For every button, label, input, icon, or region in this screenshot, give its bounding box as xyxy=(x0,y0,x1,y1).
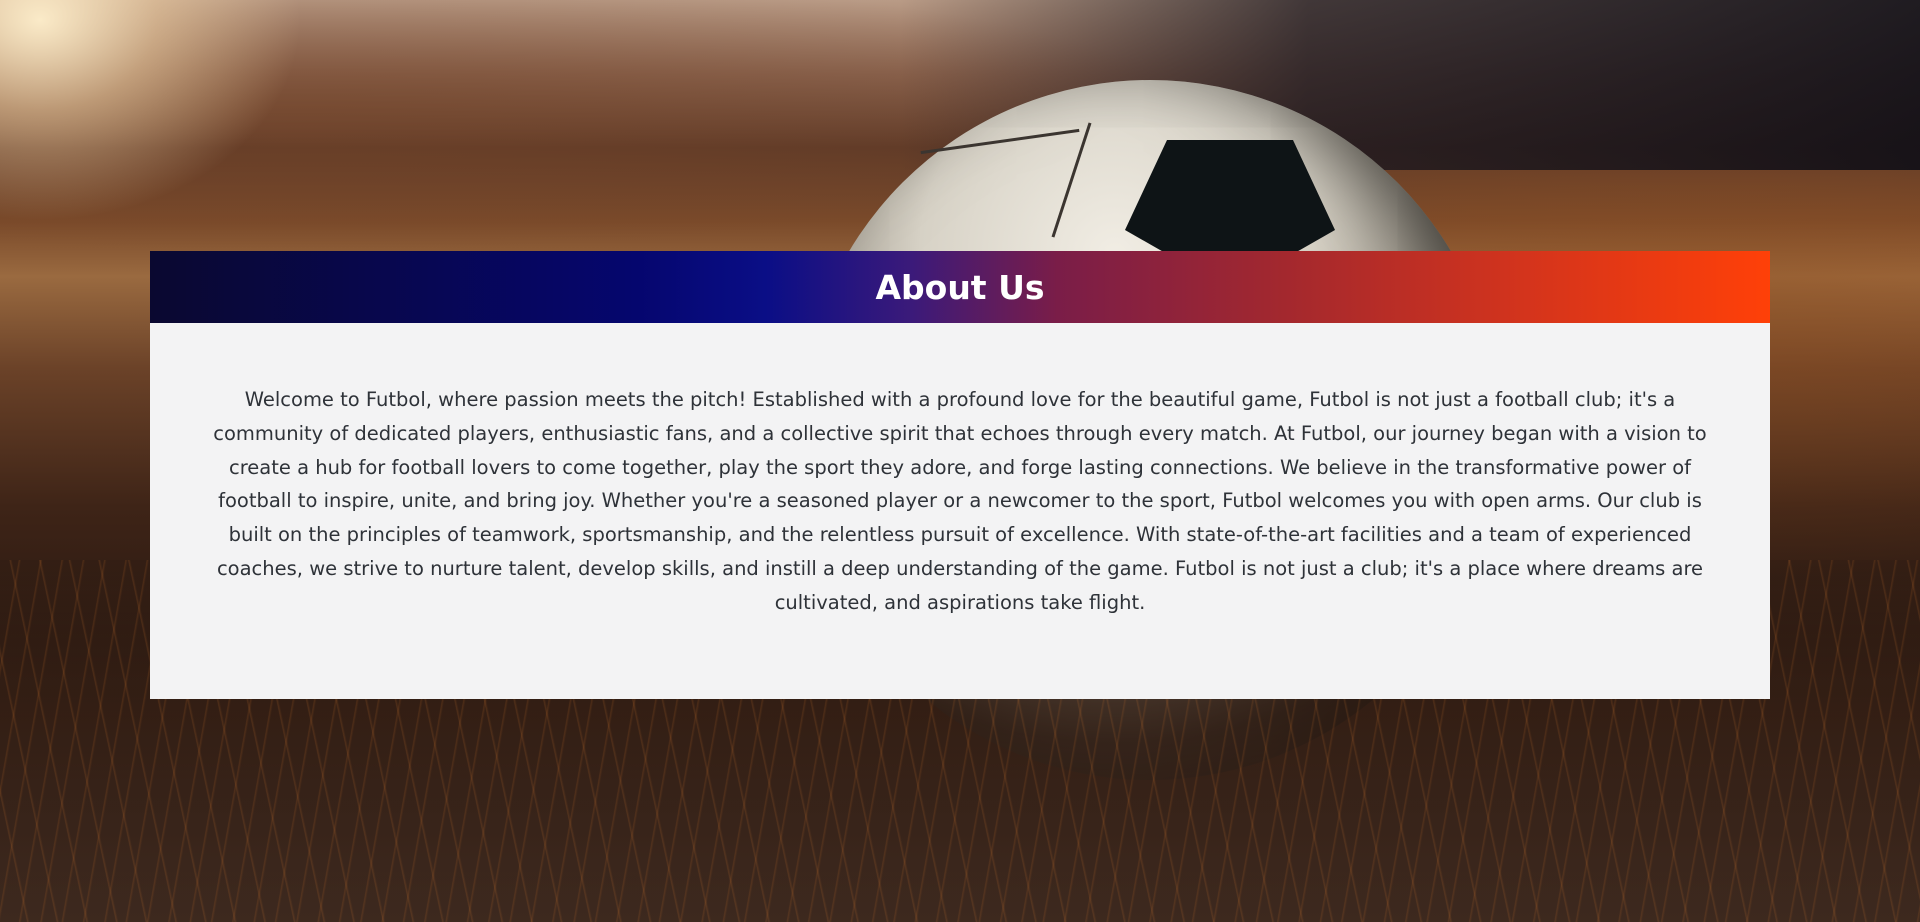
about-body: Welcome to Futbol, where passion meets t… xyxy=(150,323,1770,620)
page: About Us Welcome to Futbol, where passio… xyxy=(0,0,1920,922)
about-title: About Us xyxy=(875,267,1045,307)
about-header: About Us xyxy=(150,251,1770,323)
about-section: About Us Welcome to Futbol, where passio… xyxy=(150,251,1770,699)
ball-seam xyxy=(1051,122,1092,238)
about-paragraph: Welcome to Futbol, where passion meets t… xyxy=(213,388,1707,614)
